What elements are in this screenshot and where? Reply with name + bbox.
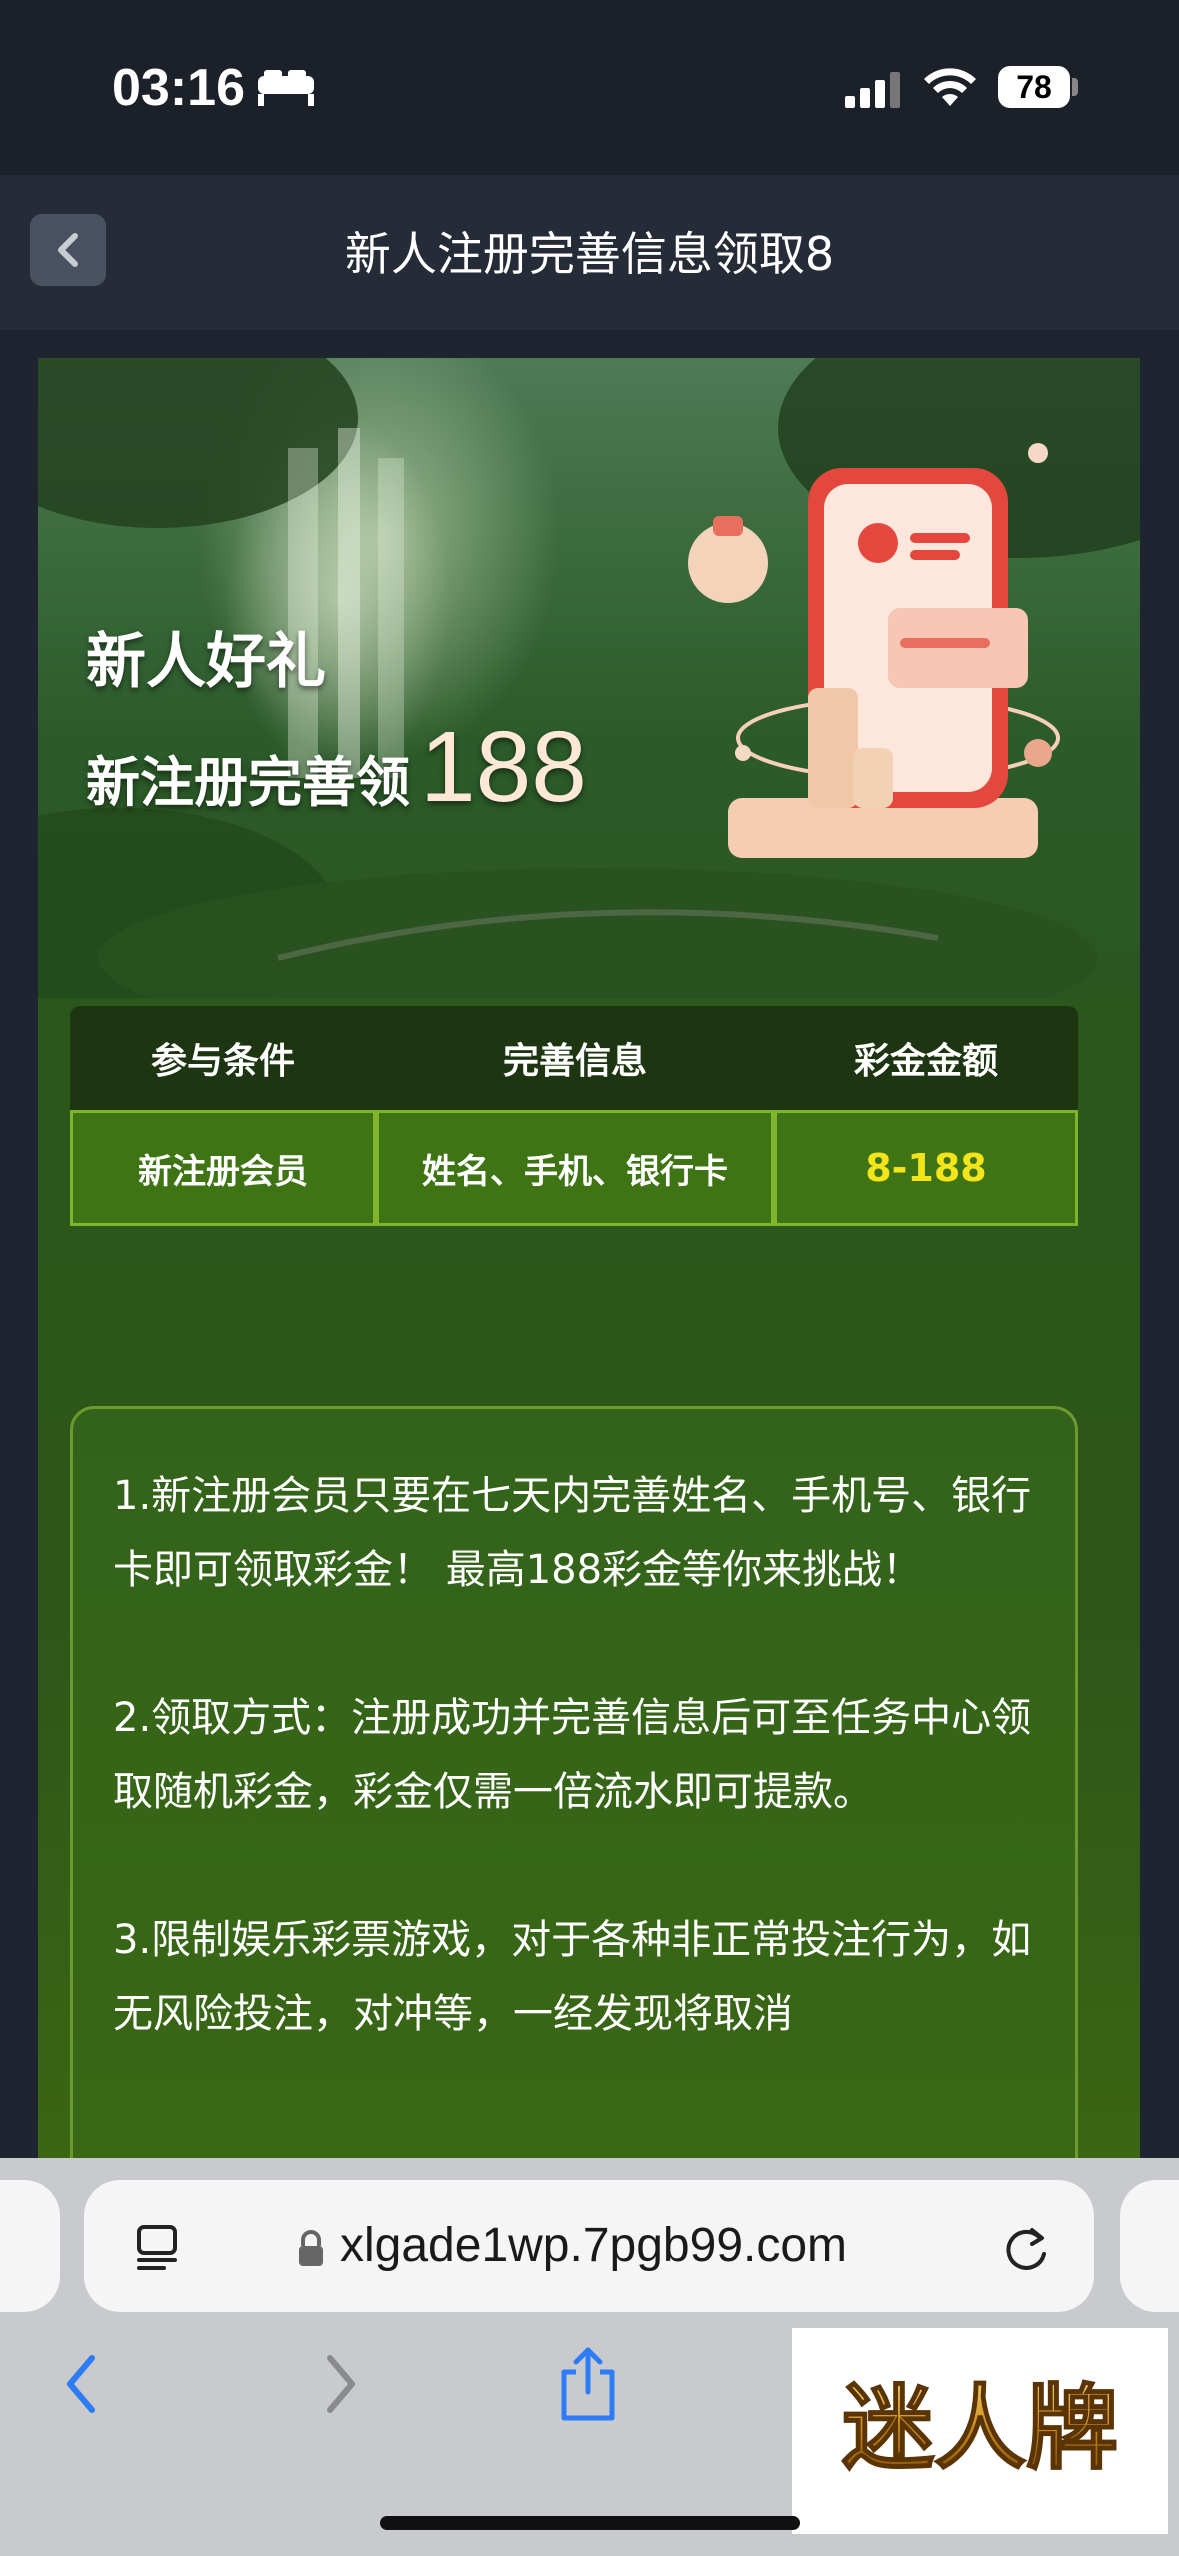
banner-heading: 新人好礼 <box>86 627 326 697</box>
table-header-row: 参与条件 完善信息 彩金金额 <box>70 1006 1078 1110</box>
reload-icon[interactable] <box>1000 2222 1054 2276</box>
lock-icon <box>299 2230 323 2266</box>
promo-banner: 新人好礼 新注册完善领 188 <box>38 358 1140 998</box>
status-time: 03:16 <box>112 59 245 117</box>
share-icon[interactable] <box>556 2346 620 2422</box>
rules-box: 1.新注册会员只要在七天内完善姓名、手机号、银行卡即可领取彩金！ 最高188彩金… <box>70 1406 1078 2158</box>
forward-arrow-icon[interactable] <box>320 2352 360 2416</box>
table-cell-condition: 新注册会员 <box>70 1110 376 1226</box>
table-cell-info: 姓名、手机、银行卡 <box>376 1110 774 1226</box>
rule-item: 2.领取方式：注册成功并完善信息后可至任务中心领取随机彩金，彩金仅需一倍流水即可… <box>113 1695 1032 1815</box>
svg-text:迷人牌: 迷人牌 <box>842 2375 1118 2482</box>
phone-illustration <box>688 443 1060 858</box>
bed-icon <box>258 70 314 106</box>
promo-card: 新人好礼 新注册完善领 188 参与条件 完善信息 彩金金额 新注册会员 姓名、… <box>38 358 1140 2158</box>
rule-item: 1.新注册会员只要在七天内完善姓名、手机号、银行卡即可领取彩金！ 最高188彩金… <box>113 1473 1032 1593</box>
home-indicator <box>380 2516 800 2530</box>
wifi-icon <box>924 68 976 106</box>
battery-cap <box>1072 78 1078 96</box>
table-header-cell: 参与条件 <box>150 1041 295 1082</box>
battery-indicator: 78 <box>998 66 1070 108</box>
table-header-cell: 完善信息 <box>502 1041 647 1082</box>
table-row: 新注册会员 姓名、手机、银行卡 8-188 <box>70 1110 1078 1226</box>
reader-icon[interactable] <box>134 2222 184 2272</box>
conditions-table: 参与条件 完善信息 彩金金额 新注册会员 姓名、手机、银行卡 8-188 <box>70 1006 1078 1226</box>
table-cell-amount: 8-188 <box>774 1110 1078 1226</box>
table-header-cell: 彩金金额 <box>853 1041 998 1082</box>
page-title: 新人注册完善信息领取8 <box>344 227 835 281</box>
next-tab-pill[interactable] <box>1120 2180 1179 2312</box>
back-arrow-icon[interactable] <box>62 2352 102 2416</box>
banner-subheading-text: 新注册完善领 <box>86 751 410 814</box>
banner-amount: 188 <box>420 711 587 823</box>
watermark-logo: 迷人牌 <box>792 2328 1168 2534</box>
cellular-signal-icon <box>845 72 900 108</box>
rule-item: 3.限制娱乐彩票游戏，对于各种非正常投注行为，如无风险投注，对冲等，一经发现将取… <box>113 1917 1032 2037</box>
previous-tab-pill[interactable] <box>0 2180 60 2312</box>
url-text[interactable]: xlgade1wp.7pgb99.com <box>340 2218 847 2273</box>
banner-subheading: 新注册完善领 188 <box>86 710 587 825</box>
